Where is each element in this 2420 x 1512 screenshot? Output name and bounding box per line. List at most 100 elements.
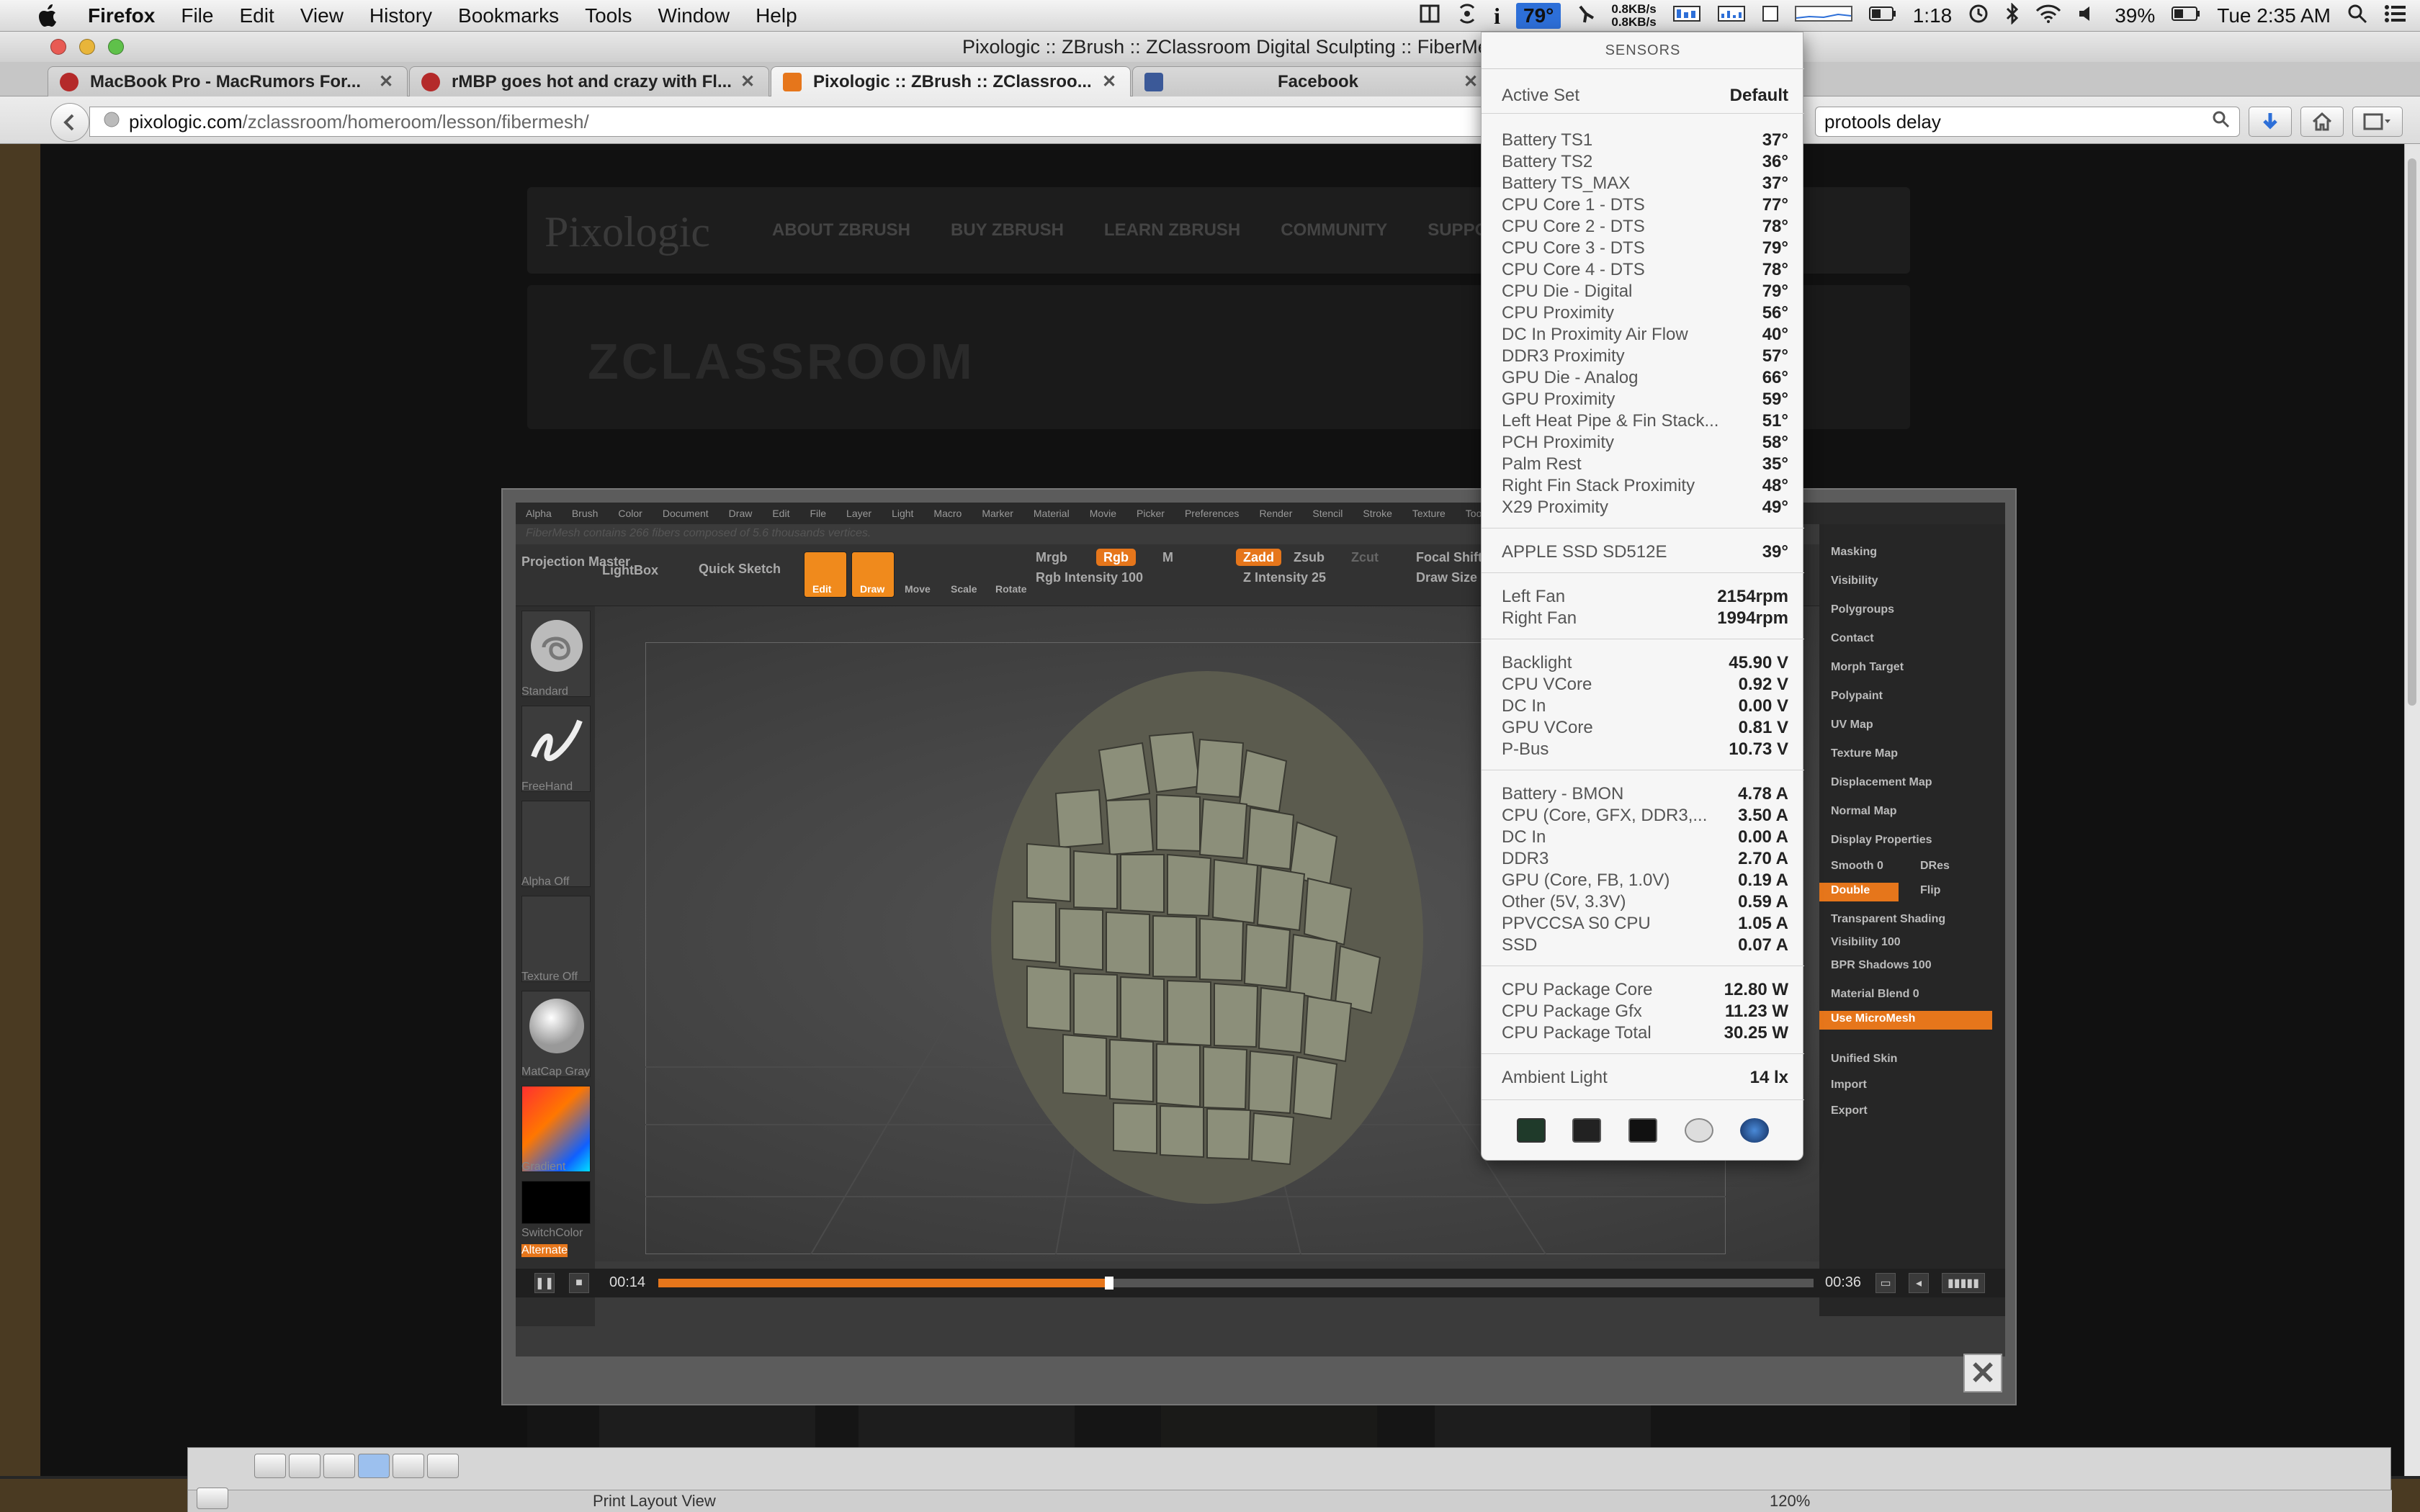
gpu-graph-icon[interactable] [1794, 4, 1852, 29]
sensor-row[interactable]: Right Fin Stack Proximity 48° [1502, 476, 1788, 498]
outline-view-button[interactable] [289, 1454, 321, 1478]
sensor-row[interactable]: CPU Core 3 - DTS 79° [1502, 238, 1788, 260]
sensor-row[interactable]: CPU Core 4 - DTS 78° [1502, 260, 1788, 282]
tab-macrumors[interactable]: MacBook Pro - MacRumors For... ✕ [48, 66, 408, 96]
sensor-row[interactable]: X29 Proximity 49° [1502, 498, 1788, 519]
sensor-row[interactable]: CPU Proximity 56° [1502, 303, 1788, 325]
sensor-row[interactable]: Battery - BMON 4.78 A [1502, 784, 1788, 806]
bookmark-extra-icon[interactable] [1419, 4, 1440, 29]
wifi-icon[interactable] [2035, 4, 2061, 29]
sensor-row[interactable]: CPU VCore 0.92 V [1502, 675, 1788, 696]
menu-list-icon[interactable] [197, 1488, 228, 1509]
battery-level-icon[interactable] [2171, 4, 2201, 27]
sensor-row[interactable]: GPU Proximity 59° [1502, 390, 1788, 411]
stop-button[interactable]: ■ [569, 1273, 589, 1293]
pixologic-logo[interactable]: Pixologic [544, 207, 710, 257]
system-info-icon[interactable] [1572, 1118, 1602, 1143]
battery-icon[interactable] [1868, 4, 1897, 27]
fan-icon[interactable] [1577, 4, 1595, 29]
search-bar[interactable]: protools delay [1815, 107, 2240, 137]
menu-tools[interactable]: Tools [585, 4, 632, 27]
sensor-row[interactable]: Palm Rest 35° [1502, 454, 1788, 476]
info-icon[interactable]: i [1494, 3, 1500, 30]
sensor-row[interactable]: Left Heat Pipe & Fin Stack... 51° [1502, 411, 1788, 433]
wireless-extra-icon[interactable] [1456, 3, 1478, 29]
sensor-row[interactable]: P-Bus 10.73 V [1502, 739, 1788, 761]
tab-close-icon[interactable]: ✕ [1461, 71, 1480, 92]
menu-app[interactable]: Firefox [88, 4, 155, 27]
sensor-row[interactable]: CPU Package Total 30.25 W [1502, 1023, 1788, 1045]
sensor-row[interactable]: PCH Proximity 58° [1502, 433, 1788, 454]
tab-facebook[interactable]: Facebook ✕ [1132, 66, 1492, 96]
close-window-button[interactable] [50, 39, 66, 55]
progress-knob[interactable] [1104, 1277, 1113, 1290]
volume-slider[interactable]: ▮▮▮▮▮ [1942, 1273, 1985, 1293]
menu-window[interactable]: Window [658, 4, 730, 27]
sensor-row[interactable]: Other (5V, 3.3V) 0.59 A [1502, 892, 1788, 914]
sensor-row[interactable]: DC In 0.00 A [1502, 827, 1788, 849]
disk-activity-icon[interactable] [1762, 4, 1779, 29]
sensor-row[interactable]: CPU Die - Digital 79° [1502, 282, 1788, 303]
lightbox-close-button[interactable]: ✕ [1963, 1354, 2002, 1392]
temperature-menu[interactable]: 79° [1516, 3, 1561, 29]
search-icon[interactable] [2212, 110, 2231, 134]
sensor-row[interactable]: DDR3 Proximity 57° [1502, 346, 1788, 368]
menu-history[interactable]: History [369, 4, 432, 27]
print-layout-button[interactable] [358, 1454, 390, 1478]
sensor-row[interactable]: CPU Package Gfx 11.23 W [1502, 1002, 1788, 1023]
publishing-view-button[interactable] [323, 1454, 355, 1478]
sensor-row[interactable]: APPLE SSD SD512E 39° [1502, 542, 1788, 564]
sensor-row[interactable]: Ambient Light 14 lx [1502, 1068, 1788, 1089]
sensor-row[interactable]: PPVCCSA S0 CPU 1.05 A [1502, 914, 1788, 935]
tab-close-icon[interactable]: ✕ [1100, 71, 1119, 92]
sensor-row[interactable]: DDR3 2.70 A [1502, 849, 1788, 870]
sensor-row[interactable]: CPU (Core, GFX, DDR3,... 3.50 A [1502, 806, 1788, 827]
sensor-row[interactable]: GPU (Core, FB, 1.0V) 0.19 A [1502, 870, 1788, 892]
nav-community[interactable]: COMMUNITY [1281, 220, 1387, 240]
tab-close-icon[interactable]: ✕ [377, 71, 395, 92]
disk-utility-icon[interactable] [1684, 1118, 1713, 1143]
volume-icon[interactable] [2077, 4, 2099, 29]
minimize-window-button[interactable] [79, 39, 95, 55]
nav-about-zbrush[interactable]: ABOUT ZBRUSH [772, 220, 910, 240]
nav-buy-zbrush[interactable]: BUY ZBRUSH [951, 220, 1064, 240]
menu-file[interactable]: File [181, 4, 213, 27]
clock[interactable]: Tue 2:35 AM [2217, 4, 2331, 27]
network-utility-icon[interactable] [1740, 1118, 1770, 1143]
fullscreen-button[interactable]: ▭ [1876, 1273, 1896, 1293]
bluetooth-icon[interactable] [2005, 1, 2020, 30]
sensor-row[interactable]: Left Fan 2154rpm [1502, 587, 1788, 608]
notification-center-icon[interactable] [2384, 4, 2407, 29]
volume-button[interactable]: ◂ [1909, 1273, 1929, 1293]
battery-time[interactable]: 1:18 [1913, 4, 1953, 27]
tab-close-icon[interactable]: ✕ [738, 71, 757, 92]
pause-button[interactable]: ❚❚ [534, 1273, 555, 1293]
sensor-row[interactable]: CPU Core 2 - DTS 78° [1502, 217, 1788, 238]
progress-bar[interactable] [658, 1277, 1814, 1290]
url-bar[interactable]: pixologic.com /zclassroom/homeroom/lesso… [89, 107, 1487, 137]
apple-icon[interactable] [35, 3, 63, 29]
sensor-row[interactable]: Right Fan 1994rpm [1502, 608, 1788, 630]
nav-learn-zbrush[interactable]: LEARN ZBRUSH [1104, 220, 1240, 240]
sensor-row[interactable]: Backlight 45.90 V [1502, 653, 1788, 675]
network-throughput[interactable]: 0.8KB/s 0.8KB/s [1611, 3, 1656, 29]
memory-icon[interactable] [1672, 4, 1701, 29]
sensor-row[interactable]: Battery TS_MAX 37° [1502, 174, 1788, 195]
list-view-button[interactable] [254, 1454, 286, 1478]
sensor-row[interactable]: CPU Package Core 12.80 W [1502, 980, 1788, 1002]
sensor-row[interactable]: DC In 0.00 V [1502, 696, 1788, 718]
zoom-window-button[interactable] [108, 39, 124, 55]
battery-percent[interactable]: 39% [2115, 4, 2155, 27]
zoom-level[interactable]: 120% [1770, 1492, 1810, 1511]
activity-monitor-icon[interactable] [1516, 1118, 1546, 1143]
page-scrollbar[interactable] [2404, 144, 2420, 1476]
home-button[interactable] [2300, 107, 2344, 137]
active-set-row[interactable]: Active Set Default [1502, 86, 1788, 107]
cpu-graph-icon[interactable] [1717, 4, 1746, 29]
tab-pixologic[interactable]: Pixologic :: ZBrush :: ZClassroo... ✕ [771, 66, 1131, 96]
terminal-icon[interactable] [1628, 1118, 1657, 1143]
menu-help[interactable]: Help [756, 4, 797, 27]
downloads-button[interactable] [2249, 107, 2292, 137]
sensor-row[interactable]: GPU Die - Analog 66° [1502, 368, 1788, 390]
sensor-row[interactable]: SSD 0.07 A [1502, 935, 1788, 957]
